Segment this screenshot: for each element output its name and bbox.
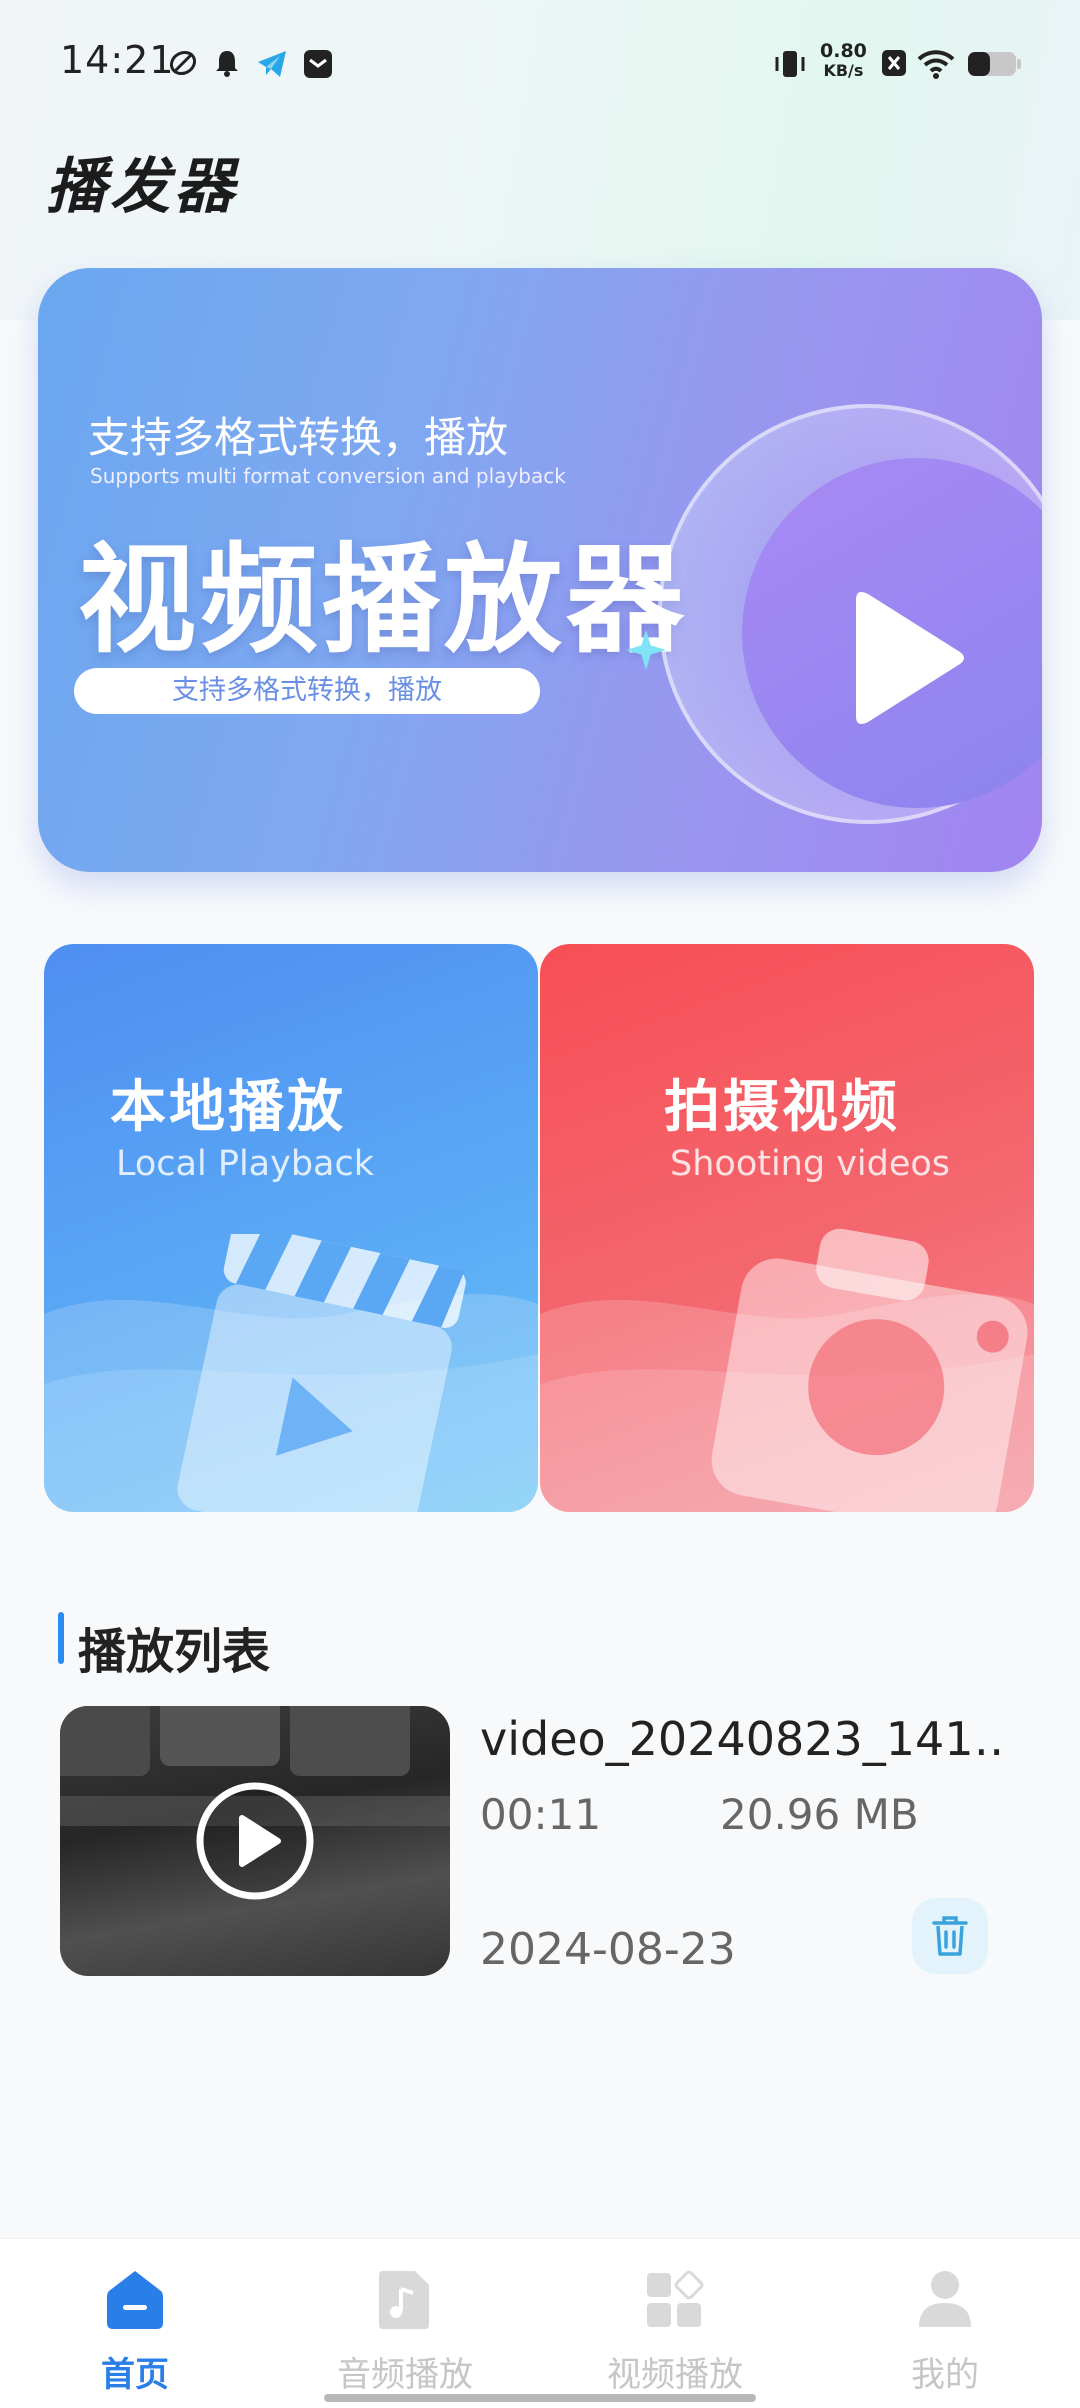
nav-label-video: 视频播放	[607, 2355, 743, 2395]
banner-pill: 支持多格式转换，播放	[74, 668, 540, 714]
leaf-app-icon	[169, 50, 197, 76]
hero-banner[interactable]: 支持多格式转换，播放 Supports multi format convers…	[38, 268, 1042, 872]
home-icon	[107, 2271, 163, 2329]
telegram-plane-icon	[258, 51, 286, 77]
shooting-video-title: 拍摄视频	[664, 1075, 900, 1140]
banner-title: 视频播放器	[78, 531, 689, 669]
video-duration: 00:11	[480, 1790, 602, 1839]
camera-icon	[711, 1228, 1028, 1512]
section-accent-bar	[58, 1612, 64, 1664]
playlist-title: 播放列表	[78, 1624, 271, 1680]
wifi-icon	[917, 50, 955, 79]
nav-item-home[interactable]: 首页	[0, 2239, 270, 2408]
vibrate-icon	[775, 51, 805, 77]
app-title: 播发器	[46, 152, 238, 222]
banner-subtitle-en: Supports multi format conversion and pla…	[90, 464, 566, 488]
status-bar: 14:21 0.80 KB/s	[0, 0, 1080, 128]
nav-item-video[interactable]: 视频播放	[540, 2239, 810, 2408]
video-name[interactable]: video_20240823_141…	[480, 1712, 1000, 1766]
clapperboard-icon	[177, 1234, 466, 1512]
local-playback-card[interactable]: 本地播放 Local Playback	[44, 944, 538, 1512]
message-box-icon	[304, 50, 332, 78]
music-file-icon	[379, 2271, 429, 2329]
nav-label-profile: 我的	[911, 2355, 979, 2395]
play-icon	[856, 592, 964, 724]
shooting-video-subtitle: Shooting videos	[670, 1144, 951, 1184]
nav-label-audio: 音频播放	[337, 2355, 473, 2395]
home-indicator[interactable]	[324, 2394, 756, 2402]
trash-icon	[932, 1916, 968, 1956]
bell-icon	[216, 51, 238, 77]
delete-button[interactable]	[912, 1898, 988, 1974]
video-thumbnail[interactable]	[60, 1706, 450, 1976]
sim-disabled-icon	[882, 50, 906, 76]
network-speed: 0.80 KB/s	[820, 40, 867, 81]
nav-label-home: 首页	[101, 2355, 169, 2395]
video-size: 20.96 MB	[720, 1790, 919, 1839]
sparkle-icon	[626, 630, 666, 670]
nav-item-audio[interactable]: 音频播放	[270, 2239, 540, 2408]
bottom-navigation: 首页 音频播放 视频播放 我的	[0, 2238, 1080, 2408]
grid-apps-icon	[647, 2270, 704, 2327]
banner-subtitle: 支持多格式转换，播放	[88, 413, 509, 462]
nav-item-profile[interactable]: 我的	[810, 2239, 1080, 2408]
local-playback-title: 本地播放	[110, 1075, 346, 1140]
user-icon	[919, 2271, 971, 2327]
play-circle-icon[interactable]	[194, 1780, 316, 1902]
video-date: 2024-08-23	[480, 1924, 736, 1975]
shooting-video-card[interactable]: 拍摄视频 Shooting videos	[540, 944, 1034, 1512]
local-playback-subtitle: Local Playback	[116, 1144, 375, 1184]
battery-icon	[968, 52, 1021, 76]
status-time: 14:21	[60, 38, 175, 82]
